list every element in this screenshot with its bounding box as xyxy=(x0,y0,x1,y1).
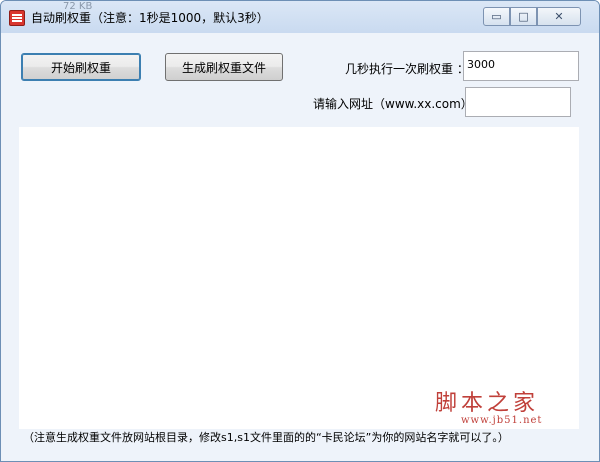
url-input[interactable] xyxy=(465,87,571,117)
close-button[interactable]: ✕ xyxy=(537,7,581,26)
interval-label: 几秒执行一次刷权重 ： xyxy=(345,62,469,76)
footer-note: （注意生成权重文件放网站根目录，修改s1,s1文件里面的的“卡民论坛”为你的网站… xyxy=(23,431,509,444)
minimize-button[interactable]: ▭ xyxy=(483,7,510,26)
close-icon: ✕ xyxy=(554,10,564,23)
maximize-icon: □ xyxy=(518,10,529,23)
window-title: 自动刷权重（注意：1秒是1000，默认3秒） xyxy=(31,11,269,25)
watermark-url: www.jb51.net xyxy=(461,415,543,426)
caption-buttons: ▭ □ ✕ xyxy=(483,7,581,27)
watermark: 脚本之家 www.jb51.net xyxy=(435,385,542,426)
app-window: 72 KB 自动刷权重（注意：1秒是1000，默认3秒） ▭ □ ✕ 开始刷权重… xyxy=(0,0,600,462)
maximize-button[interactable]: □ xyxy=(510,7,537,26)
url-label: 请输入网址（www.xx.com） xyxy=(313,97,473,111)
client-area: 开始刷权重 生成刷权重文件 几秒执行一次刷权重 ： 3000 请输入网址（www… xyxy=(7,33,593,455)
title-bar[interactable]: 72 KB 自动刷权重（注意：1秒是1000，默认3秒） ▭ □ ✕ xyxy=(1,1,599,33)
generate-file-button[interactable]: 生成刷权重文件 xyxy=(165,53,283,81)
start-button[interactable]: 开始刷权重 xyxy=(21,53,141,81)
browser-area[interactable] xyxy=(19,127,579,429)
minimize-icon: ▭ xyxy=(491,10,502,23)
app-icon xyxy=(9,10,25,26)
watermark-text: 脚本之家 xyxy=(435,391,540,416)
interval-input[interactable]: 3000 xyxy=(463,51,579,81)
